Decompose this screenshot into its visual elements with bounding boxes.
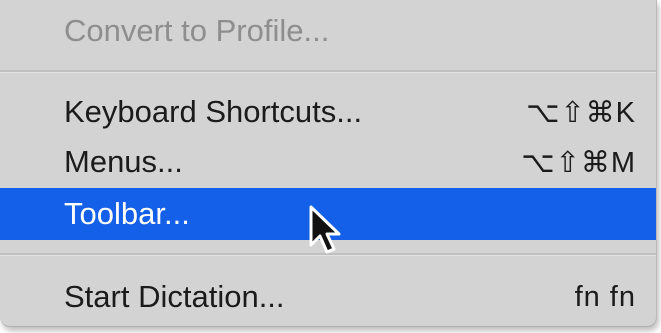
menu-item-convert-to-profile: Convert to Profile... xyxy=(0,5,656,57)
menu-item-label: Keyboard Shortcuts... xyxy=(64,94,363,129)
arrow-cursor-icon xyxy=(309,205,341,254)
menu-item-shortcut: fn fn xyxy=(574,280,636,313)
menu-item-keyboard-shortcuts[interactable]: Keyboard Shortcuts... ⌥⇧⌘K xyxy=(0,87,656,137)
context-menu: Convert to Profile... Keyboard Shortcuts… xyxy=(0,0,657,327)
menu-item-shortcut: ⌥⇧⌘M xyxy=(521,146,636,179)
menu-item-label: Start Dictation... xyxy=(64,279,285,314)
menu-item-start-dictation[interactable]: Start Dictation... fn fn xyxy=(0,272,656,322)
menu-item-menus[interactable]: Menus... ⌥⇧⌘M xyxy=(0,137,656,187)
menu-separator xyxy=(0,70,656,73)
menu-item-label: Toolbar... xyxy=(64,196,190,231)
menu-item-shortcut: ⌥⇧⌘K xyxy=(525,96,636,129)
menu-item-label: Menus... xyxy=(64,144,183,179)
menu-item-label: Convert to Profile... xyxy=(64,13,330,48)
